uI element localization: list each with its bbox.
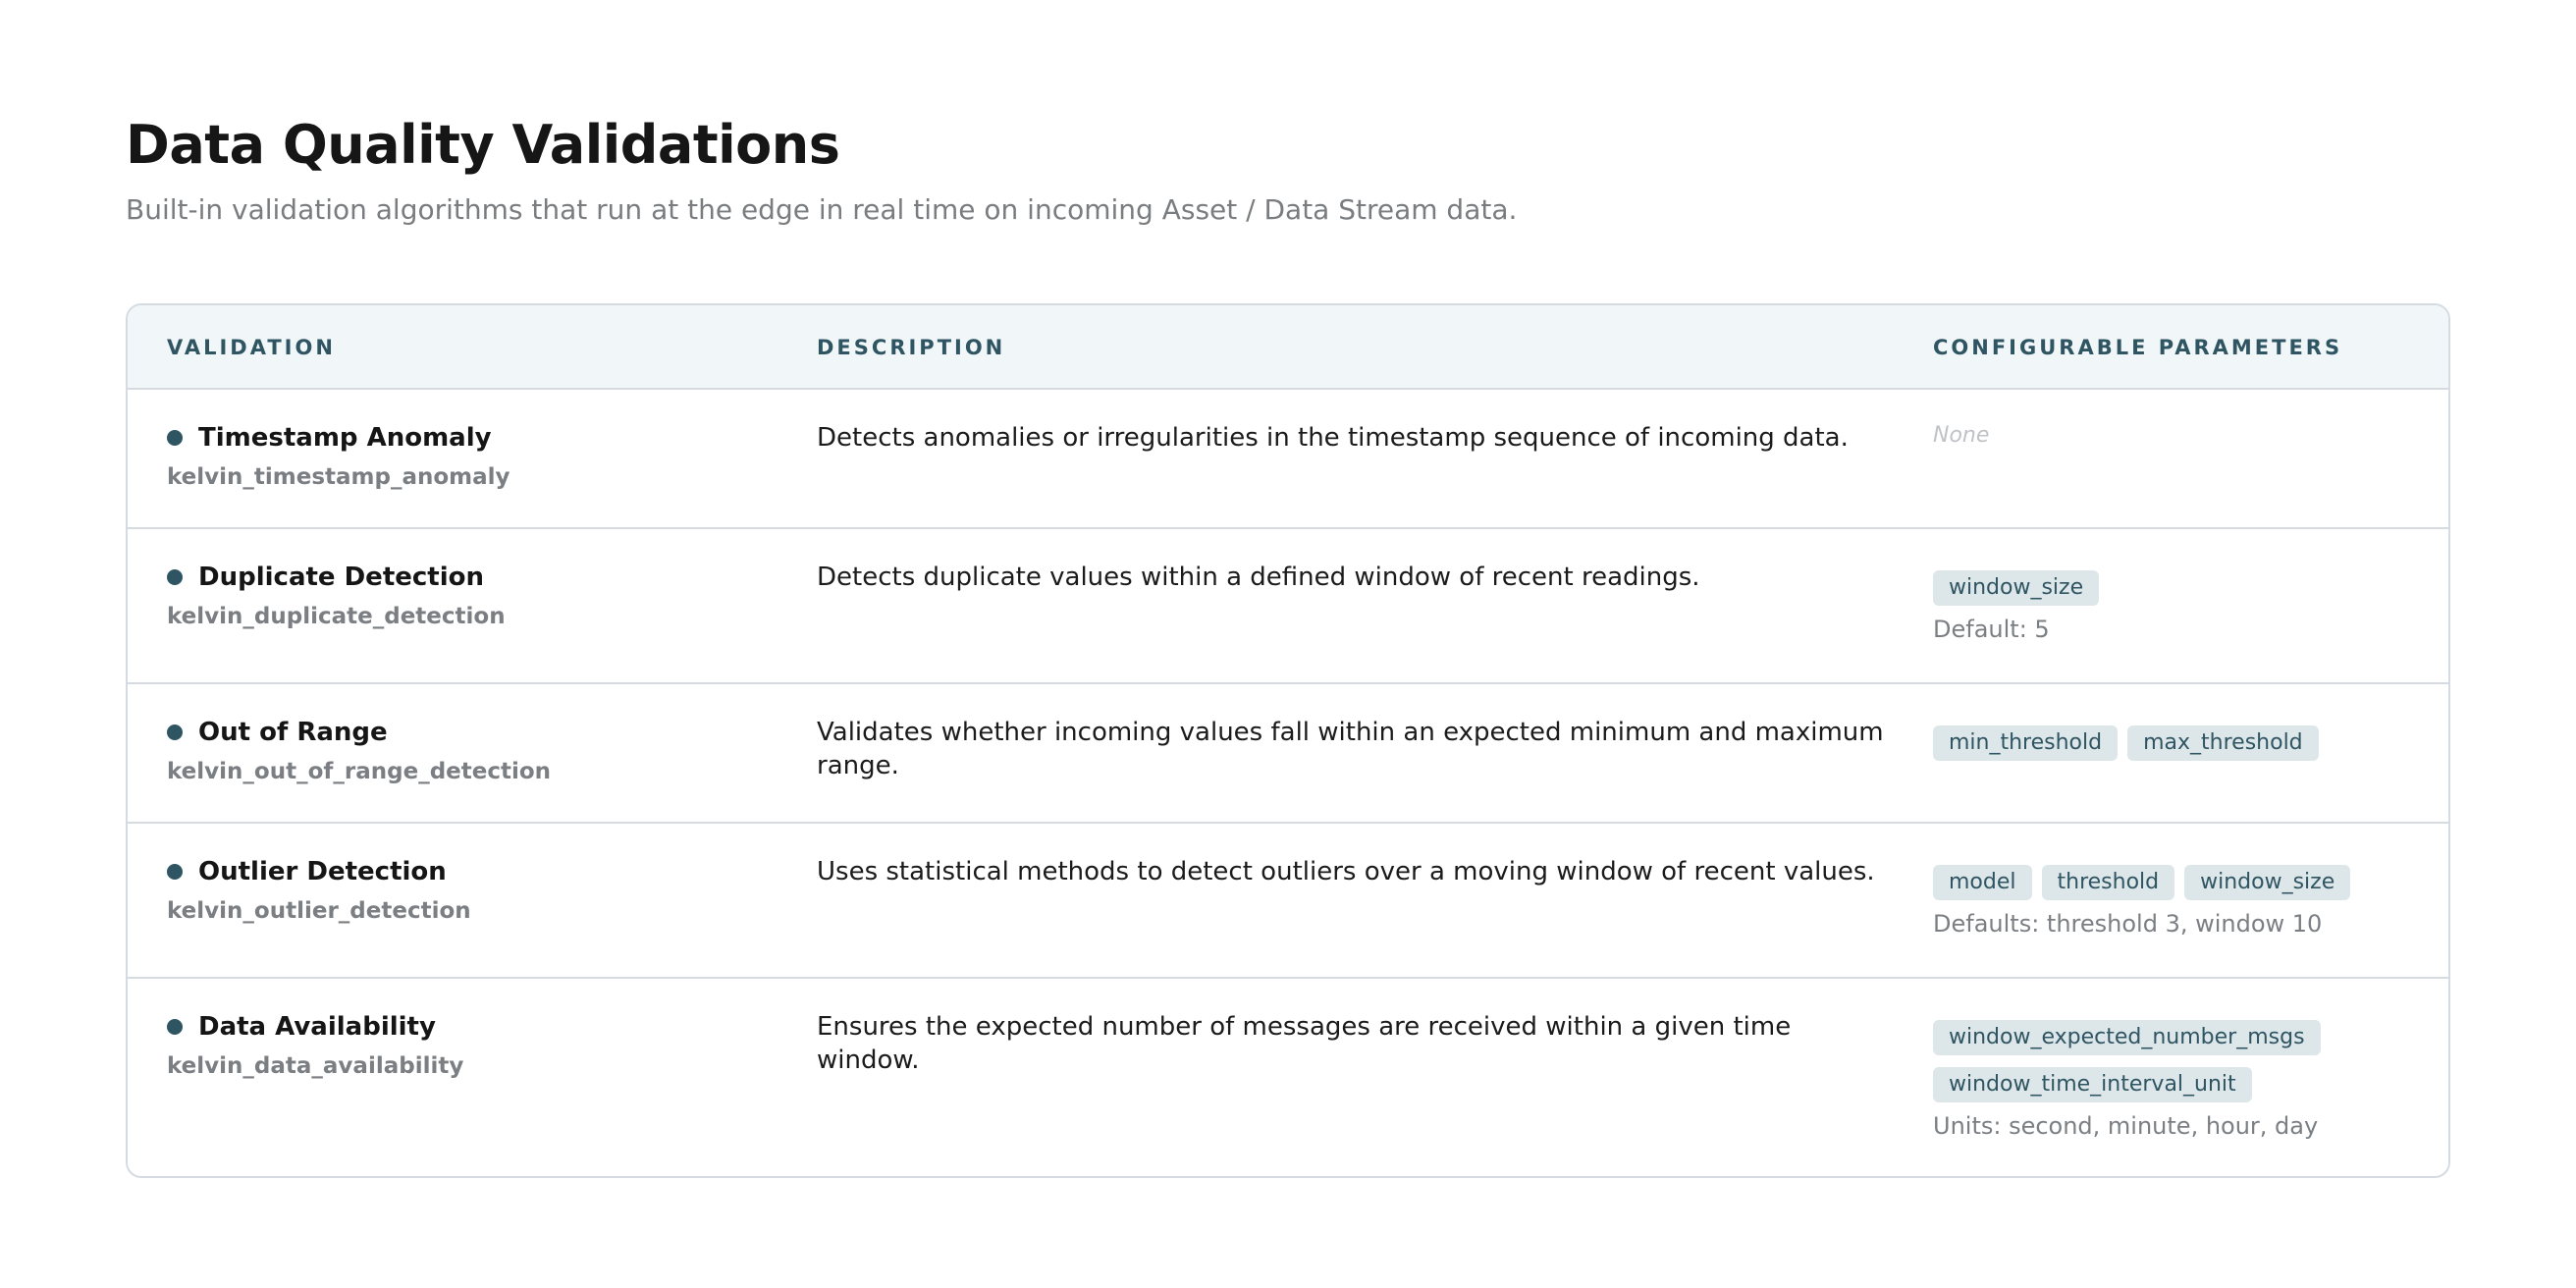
validation-parameters: min_threshold max_threshold [1933,725,2424,761]
parameter-chips: model threshold window_size [1933,865,2424,900]
page-subtitle: Built-in validation algorithms that run … [126,193,1518,226]
parameter-chip: window_size [1933,570,2100,606]
validation-id: kelvin_timestamp_anomaly [167,464,510,490]
validation-description: Ensures the expected number of messages … [817,1012,1792,1075]
parameter-note: Defaults: threshold 3, window 10 [1933,910,2323,938]
validations-table: VALIDATION DESCRIPTION CONFIGURABLE PARA… [126,303,2450,1178]
table-row: Timestamp Anomaly kelvin_timestamp_anoma… [128,390,2448,529]
parameter-chips: window_expected_number_msgs window_time_… [1933,1020,2424,1102]
no-parameters-label: None [1933,423,1990,448]
status-dot-icon [167,1019,183,1035]
parameter-chip: model [1933,865,2032,900]
table-row: Duplicate Detection kelvin_duplicate_det… [128,529,2448,684]
validation-description: Detects duplicate values within a define… [817,563,1700,592]
parameter-chips: min_threshold max_threshold [1933,725,2424,761]
validation-title: Out of Range [198,718,388,747]
parameter-chip: window_time_interval_unit [1933,1067,2252,1102]
parameter-chip: window_expected_number_msgs [1933,1020,2321,1055]
validation-parameters: None [1933,423,2424,451]
validation-parameters: model threshold window_size Defaults: th… [1933,865,2424,939]
validation-id: kelvin_out_of_range_detection [167,759,552,784]
parameter-chip: window_size [2184,865,2351,900]
table-row: Data Availability kelvin_data_availabili… [128,979,2448,1176]
column-header-validation: VALIDATION [167,336,336,359]
column-header-parameters: CONFIGURABLE PARAMETERS [1933,336,2343,359]
parameter-chip: max_threshold [2127,725,2319,761]
validation-description: Validates whether incoming values fall w… [817,718,1884,780]
parameter-chip: threshold [2041,865,2175,900]
validation-parameters: window_expected_number_msgs window_time_… [1933,1020,2424,1142]
validation-parameters: window_size Default: 5 [1933,570,2424,645]
parameter-chips: window_size [1933,570,2424,606]
table-header: VALIDATION DESCRIPTION CONFIGURABLE PARA… [128,305,2448,390]
validation-title: Data Availability [198,1012,436,1042]
page: Data Quality Validations Built-in valida… [126,114,2450,1178]
validation-id: kelvin_data_availability [167,1053,464,1079]
validation-id: kelvin_outlier_detection [167,898,471,924]
table-row: Outlier Detection kelvin_outlier_detecti… [128,824,2448,979]
validation-id: kelvin_duplicate_detection [167,604,506,629]
validation-title: Duplicate Detection [198,563,485,592]
page-title: Data Quality Validations [126,114,840,176]
validation-name: Out of Range [167,716,388,749]
status-dot-icon [167,864,183,880]
validation-name: Data Availability [167,1010,436,1044]
parameter-chip: min_threshold [1933,725,2119,761]
status-dot-icon [167,569,183,585]
validation-name: Duplicate Detection [167,561,484,594]
parameter-note: Default: 5 [1933,616,2050,643]
status-dot-icon [167,430,183,446]
status-dot-icon [167,724,183,740]
validation-name: Outlier Detection [167,855,447,888]
validation-name: Timestamp Anomaly [167,421,492,455]
column-header-description: DESCRIPTION [817,336,1006,359]
table-row: Out of Range kelvin_out_of_range_detecti… [128,684,2448,824]
validation-title: Timestamp Anomaly [198,423,492,453]
parameter-note: Units: second, minute, hour, day [1933,1112,2319,1140]
validation-title: Outlier Detection [198,857,447,886]
validation-description: Uses statistical methods to detect outli… [817,857,1875,886]
validation-description: Detects anomalies or irregularities in t… [817,423,1849,453]
